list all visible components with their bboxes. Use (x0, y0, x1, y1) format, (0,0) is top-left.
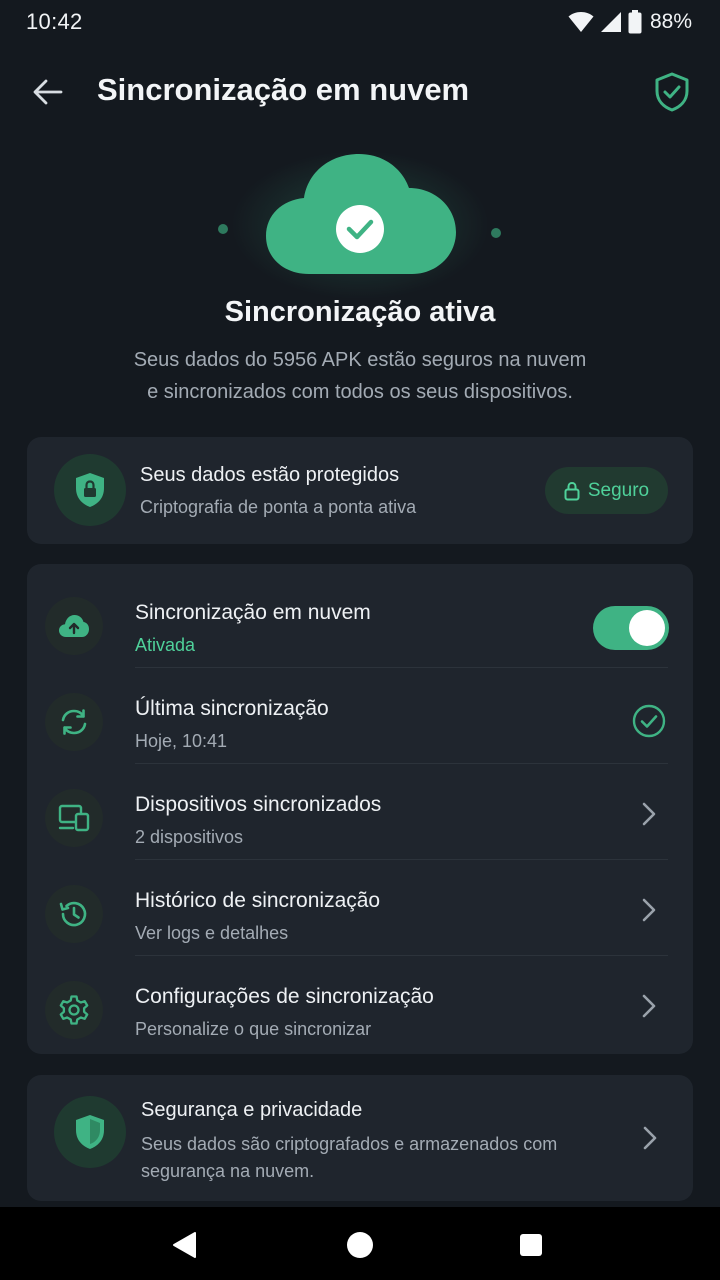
shield-lock-icon (76, 473, 104, 507)
security-description: Seus dados são criptografados e armazena… (141, 1134, 558, 1181)
history-icon-circle (45, 885, 103, 943)
security-icon-circle (54, 1096, 126, 1168)
sync-history-label: Histórico de sincronização (135, 889, 381, 912)
sync-history-sub: Ver logs e detalhes (135, 923, 289, 943)
list-item-synced-devices[interactable]: Dispositivos sincronizados 2 dispositivo… (27, 764, 693, 860)
sync-icon (61, 709, 87, 735)
synced-devices-count: 2 dispositivos (135, 827, 244, 847)
app-bar: Sincronização em nuvem (0, 56, 720, 126)
wifi-icon (568, 12, 594, 32)
cloud-check-icon (266, 154, 456, 274)
chevron-right-icon (637, 896, 661, 924)
sync-hero (0, 140, 720, 300)
last-sync-label: Última sincronização (135, 697, 329, 720)
description-line-2: e sincronizados com todos os seus dispos… (147, 381, 573, 403)
list-item-sync-history[interactable]: Histórico de sincronização Ver logs e de… (27, 860, 693, 956)
devices-icon-circle (45, 789, 103, 847)
list-item-last-sync[interactable]: Última sincronização Hoje, 10:41 (27, 668, 693, 764)
nav-back-button[interactable] (164, 1225, 204, 1265)
sync-settings-label: Configurações de sincronização (135, 985, 434, 1008)
cloud-sync-toggle[interactable] (593, 606, 669, 650)
chevron-right-icon (637, 992, 661, 1020)
sync-settings-list: Sincronização em nuvem Ativada Última si… (27, 564, 693, 1054)
shield-check-icon (655, 72, 689, 112)
back-button[interactable] (28, 74, 68, 110)
synced-devices-label: Dispositivos sincronizados (135, 793, 382, 816)
last-sync-icon-circle (45, 693, 103, 751)
sync-settings-sub: Personalize o que sincronizar (135, 1019, 372, 1039)
check-circle-icon (632, 704, 666, 738)
status-time: 10:42 (26, 9, 83, 34)
protection-icon-circle (54, 454, 126, 526)
protection-title: Seus dados estão protegidos (140, 464, 400, 486)
triangle-back-icon (173, 1232, 196, 1258)
nav-home-button[interactable] (340, 1225, 380, 1265)
security-title: Segurança e privacidade (141, 1099, 363, 1121)
cloud-sync-status: Ativada (135, 635, 196, 655)
secure-badge: Seguro (545, 467, 668, 514)
decor-dot-right (491, 228, 501, 238)
devices-icon (58, 804, 90, 832)
system-nav-bar (0, 1207, 720, 1280)
chevron-right-icon (637, 800, 661, 828)
cloud-upload-icon (59, 615, 89, 637)
gear-icon (59, 995, 89, 1025)
cloud-sync-icon-circle (45, 597, 103, 655)
settings-icon-circle (45, 981, 103, 1039)
status-bar: 10:42 88% (0, 0, 720, 44)
list-item-sync-settings[interactable]: Configurações de sincronização Personali… (27, 956, 693, 1052)
chevron-right-icon (638, 1124, 662, 1152)
last-sync-time: Hoje, 10:41 (135, 731, 228, 751)
arrow-left-icon (33, 79, 63, 105)
decor-dot-left (218, 224, 228, 234)
lock-icon (564, 481, 580, 500)
history-icon (59, 901, 87, 927)
circle-home-icon (347, 1232, 373, 1258)
description-line-1: Seus dados do 5956 APK estão seguros na … (133, 349, 587, 371)
shield-icon (76, 1115, 104, 1149)
protection-card: Seus dados estão protegidos Criptografia… (27, 437, 693, 544)
secure-badge-label: Seguro (587, 479, 650, 501)
protection-subtitle: Criptografia de ponta a ponta ativa (140, 497, 417, 517)
sync-status-title: Sincronização ativa (224, 296, 496, 328)
battery-percent: 88% (649, 10, 692, 33)
square-recents-icon (520, 1234, 542, 1256)
toggle-knob (629, 610, 665, 646)
sync-status-description: Seus dados do 5956 APK estão seguros na … (0, 344, 720, 408)
nav-recents-button[interactable] (511, 1225, 551, 1265)
battery-icon (628, 10, 642, 34)
cloud-sync-label: Sincronização em nuvem (135, 601, 371, 624)
security-privacy-card[interactable]: Segurança e privacidade Seus dados são c… (27, 1075, 693, 1201)
status-icons: 88% (568, 10, 692, 34)
list-item-cloud-sync[interactable]: Sincronização em nuvem Ativada (27, 572, 693, 668)
page-title: Sincronização em nuvem (97, 72, 470, 107)
security-shield-button[interactable] (650, 70, 694, 114)
signal-icon (600, 12, 621, 32)
